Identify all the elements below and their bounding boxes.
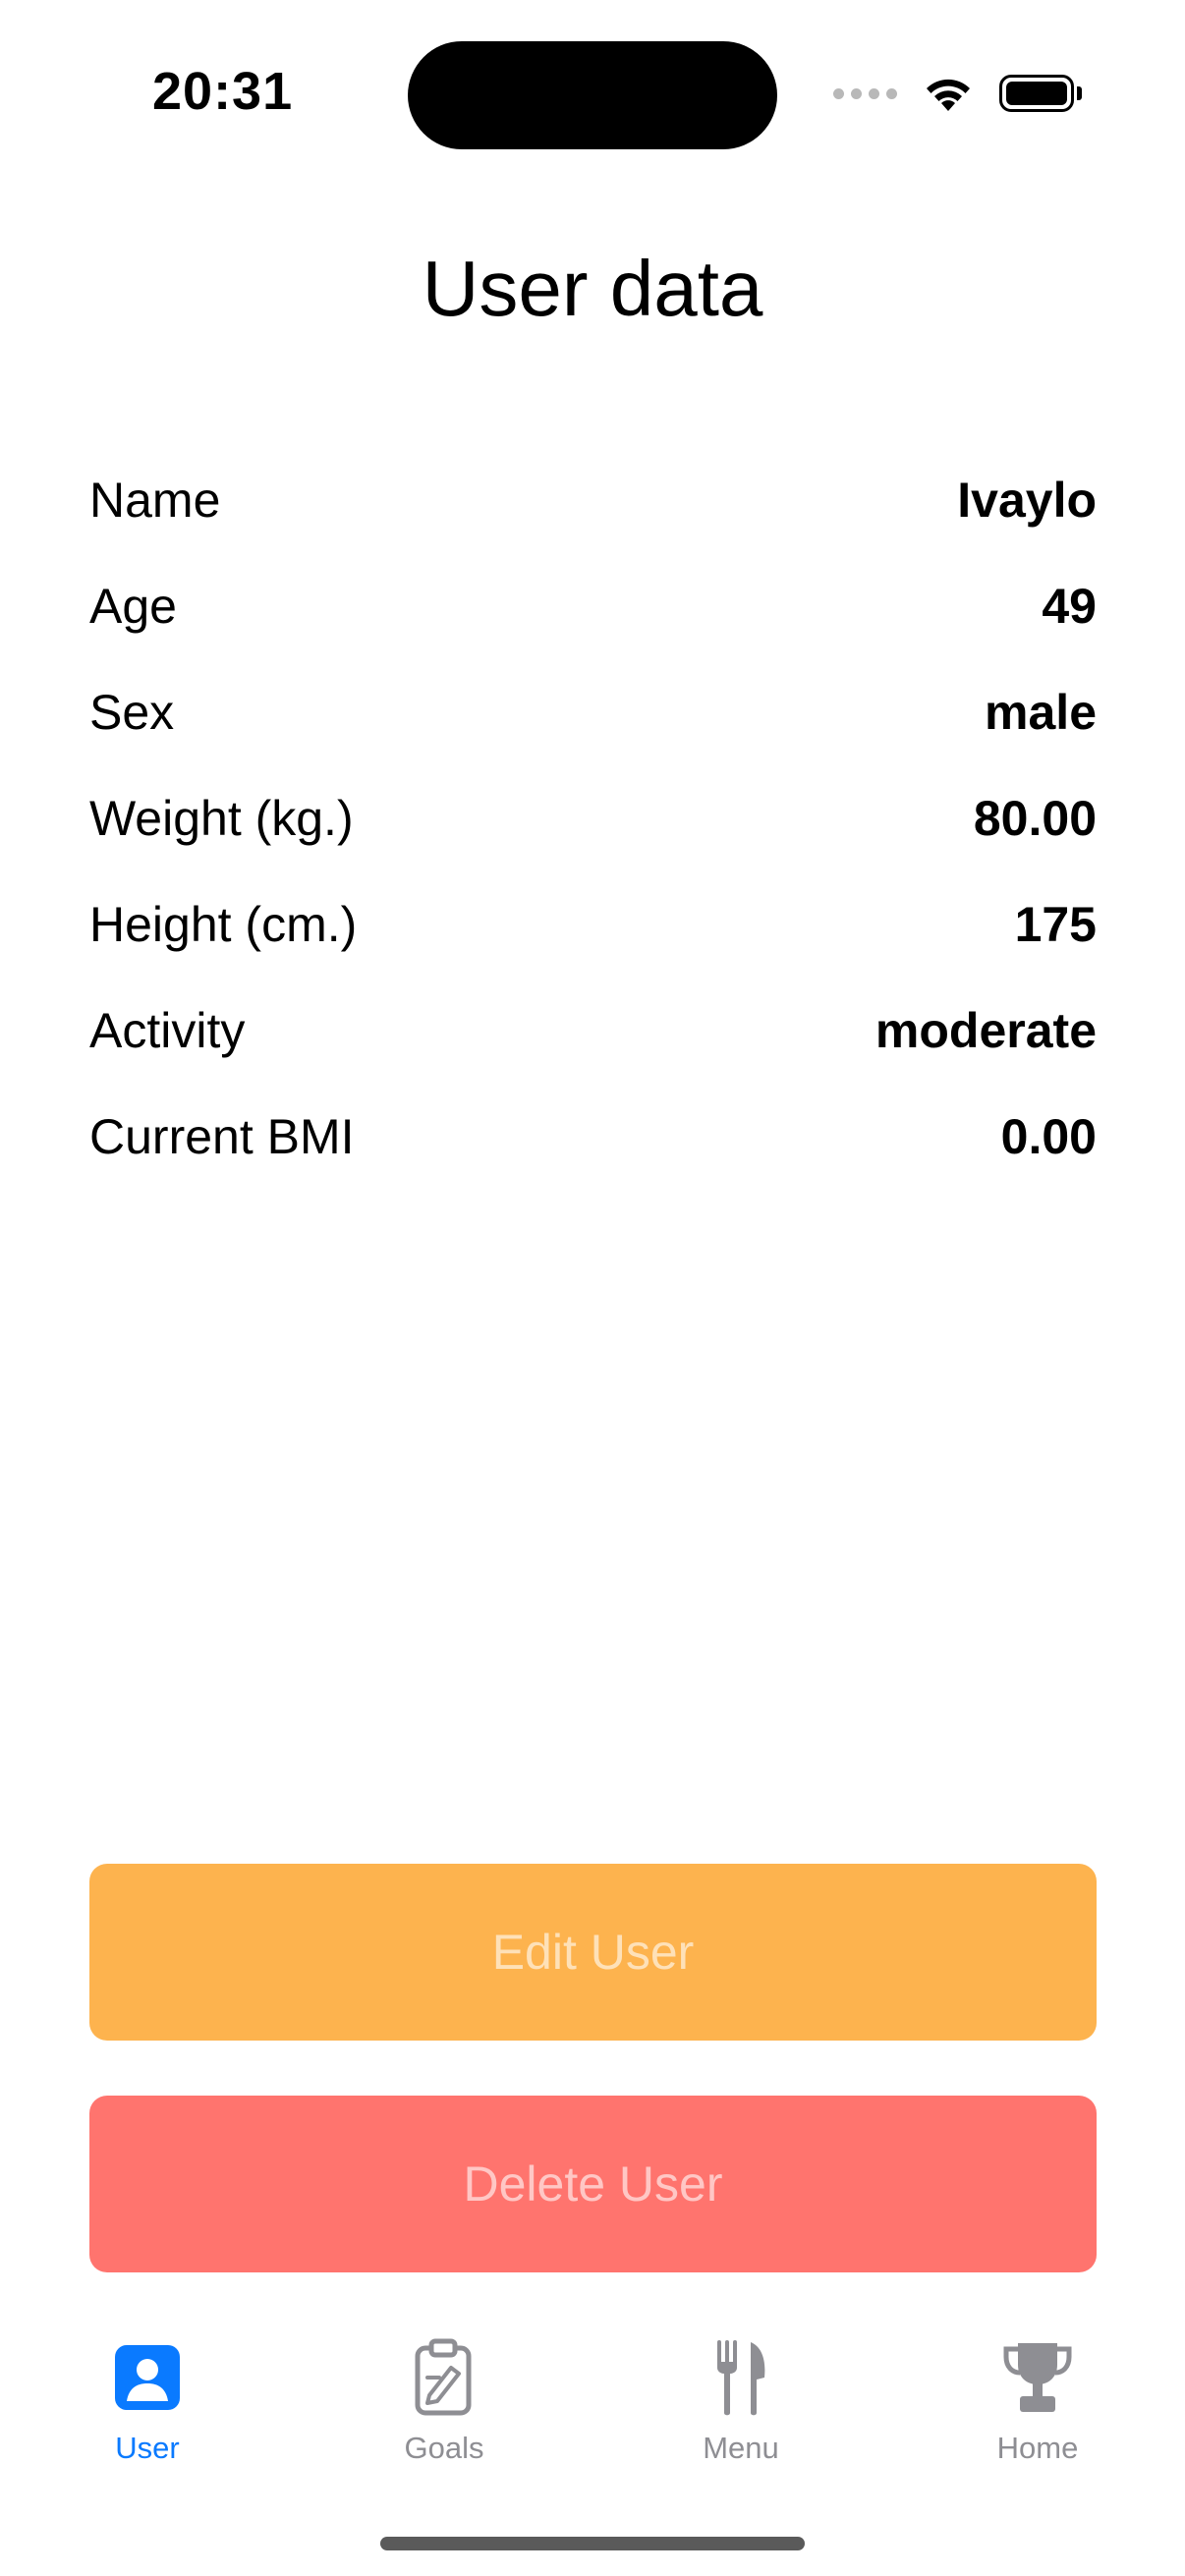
tab-bar: User Goals Menu Home xyxy=(0,2338,1185,2495)
clipboard-icon xyxy=(405,2338,483,2417)
info-value: male xyxy=(985,685,1097,740)
tab-label: User xyxy=(115,2431,180,2465)
dynamic-island xyxy=(408,41,777,149)
info-row-weight: Weight (kg.) 80.00 xyxy=(89,765,1097,871)
info-row-name: Name Ivaylo xyxy=(89,447,1097,553)
info-label: Sex xyxy=(89,685,175,740)
info-value: 80.00 xyxy=(973,791,1097,846)
info-label: Activity xyxy=(89,1003,246,1058)
home-indicator[interactable] xyxy=(380,2537,805,2550)
edit-user-button[interactable]: Edit User xyxy=(89,1864,1097,2041)
tab-label: Goals xyxy=(404,2431,484,2465)
info-row-height: Height (cm.) 175 xyxy=(89,871,1097,978)
cellular-signal-icon xyxy=(833,87,897,99)
battery-icon xyxy=(999,75,1082,112)
tab-label: Menu xyxy=(703,2431,779,2465)
tab-menu[interactable]: Menu xyxy=(643,2338,839,2495)
info-value: Ivaylo xyxy=(957,473,1097,528)
info-label: Height (cm.) xyxy=(89,897,358,952)
trophy-icon xyxy=(998,2338,1077,2417)
page-title: User data xyxy=(422,245,763,332)
info-row-bmi: Current BMI 0.00 xyxy=(89,1084,1097,1190)
status-icons xyxy=(833,69,1082,118)
user-info-list: Name Ivaylo Age 49 Sex male Weight (kg.)… xyxy=(89,447,1097,1190)
status-time: 20:31 xyxy=(152,62,294,121)
person-icon xyxy=(108,2338,187,2417)
info-label: Name xyxy=(89,473,221,528)
status-bar: 20:31 xyxy=(0,0,1185,167)
delete-user-button[interactable]: Delete User xyxy=(89,2096,1097,2272)
info-row-age: Age 49 xyxy=(89,553,1097,659)
fork-knife-icon xyxy=(702,2338,780,2417)
info-label: Weight (kg.) xyxy=(89,791,354,846)
tab-goals[interactable]: Goals xyxy=(346,2338,542,2495)
info-label: Current BMI xyxy=(89,1109,355,1164)
info-value: 175 xyxy=(1014,897,1097,952)
info-value: 0.00 xyxy=(1000,1109,1097,1164)
tab-user[interactable]: User xyxy=(49,2338,246,2495)
info-row-activity: Activity moderate xyxy=(89,978,1097,1084)
info-label: Age xyxy=(89,579,177,634)
info-value: 49 xyxy=(1042,579,1097,634)
info-value: moderate xyxy=(875,1003,1097,1058)
wifi-icon xyxy=(923,74,974,113)
info-row-sex: Sex male xyxy=(89,659,1097,765)
tab-label: Home xyxy=(996,2431,1079,2465)
tab-home[interactable]: Home xyxy=(939,2338,1136,2495)
